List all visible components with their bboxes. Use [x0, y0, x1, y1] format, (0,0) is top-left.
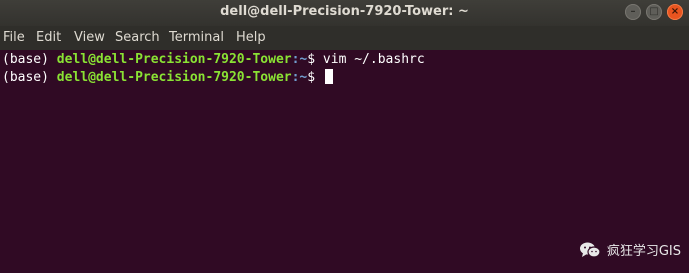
- text-cursor: [324, 69, 333, 84]
- terminal-line: (base) dell@dell-Precision-7920-Tower:~$…: [2, 52, 425, 67]
- menu-search[interactable]: Search: [115, 30, 160, 45]
- conda-env: (base): [2, 70, 49, 85]
- watermark-text: 疯狂学习GIS: [606, 244, 681, 259]
- wechat-icon: [579, 242, 601, 258]
- prompt-path: :~: [291, 70, 308, 85]
- menu-view[interactable]: View: [74, 30, 105, 45]
- menu-terminal[interactable]: Terminal: [169, 30, 224, 45]
- prompt-symbol: $: [307, 70, 316, 85]
- terminal-line: (base) dell@dell-Precision-7920-Tower:~$: [2, 69, 333, 85]
- conda-env: (base): [2, 52, 49, 67]
- menu-help[interactable]: Help: [236, 30, 266, 45]
- window-controls: – □ ×: [625, 4, 683, 20]
- window-title: dell@dell-Precision-7920-Tower: ~: [220, 4, 469, 19]
- close-icon[interactable]: ×: [667, 4, 683, 20]
- menu-bar: File Edit View Search Terminal Help: [0, 26, 689, 50]
- prompt-symbol: $: [307, 52, 316, 67]
- user-host: dell@dell-Precision-7920-Tower: [56, 70, 292, 85]
- prompt-path: :~: [291, 52, 308, 67]
- minimize-icon[interactable]: –: [625, 4, 641, 20]
- menu-edit[interactable]: Edit: [36, 30, 61, 45]
- watermark: 疯狂学习GIS: [579, 240, 681, 259]
- maximize-icon[interactable]: □: [646, 4, 662, 20]
- command-text: vim ~/.bashrc: [322, 52, 425, 67]
- title-bar: dell@dell-Precision-7920-Tower: ~ – □ ×: [0, 0, 689, 26]
- user-host: dell@dell-Precision-7920-Tower: [56, 52, 292, 67]
- menu-file[interactable]: File: [3, 30, 25, 45]
